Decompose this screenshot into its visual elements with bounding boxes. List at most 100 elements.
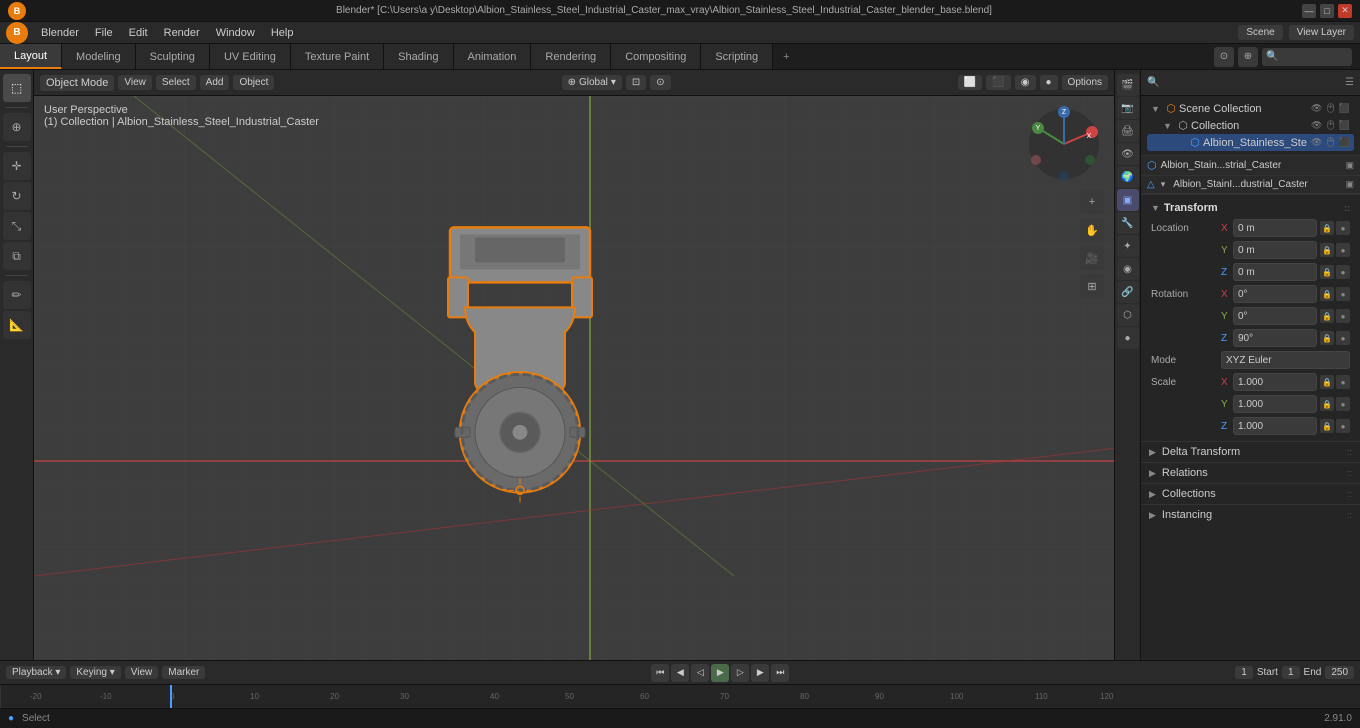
annotate-tool-button[interactable]: ✏ xyxy=(3,281,31,309)
rotation-x-lock[interactable]: 🔒 xyxy=(1320,287,1334,301)
relations-row[interactable]: ▶ Relations :: xyxy=(1141,462,1360,483)
tab-modeling[interactable]: Modeling xyxy=(62,44,136,69)
object-menu[interactable]: Object xyxy=(233,75,274,90)
search-box[interactable]: 🔍 xyxy=(1262,48,1352,66)
rotation-y-anim[interactable]: ● xyxy=(1336,309,1350,323)
transform-space-dropdown[interactable]: ⊕ Global ▾ xyxy=(562,75,622,90)
prev-frame-button[interactable]: ◁ xyxy=(691,664,709,682)
prop-tab-modifier[interactable]: 🔧 xyxy=(1117,212,1139,234)
rotation-z-value[interactable]: 90° xyxy=(1233,329,1317,347)
tab-animation[interactable]: Animation xyxy=(454,44,532,69)
data-more-icon[interactable]: ▣ xyxy=(1345,179,1354,190)
rotation-x-anim[interactable]: ● xyxy=(1336,287,1350,301)
prop-tab-material[interactable]: ● xyxy=(1117,327,1139,349)
viewport-shading-wire[interactable]: ⬜ xyxy=(958,75,982,90)
prop-tab-scene[interactable]: 🎬 xyxy=(1117,74,1139,96)
menu-edit[interactable]: Edit xyxy=(122,25,155,41)
marker-menu[interactable]: Marker xyxy=(162,666,205,679)
location-x-anim[interactable]: ● xyxy=(1336,221,1350,235)
scale-y-anim[interactable]: ● xyxy=(1336,397,1350,411)
object-item[interactable]: ⬡ Albion_Stainless_Ste 👁 🖱 ⬛ xyxy=(1147,134,1354,151)
scale-x-anim[interactable]: ● xyxy=(1336,375,1350,389)
select-tool-button[interactable]: ⬚ xyxy=(3,74,31,102)
prop-tab-object[interactable]: ▣ xyxy=(1117,189,1139,211)
rotate-tool-button[interactable]: ↻ xyxy=(3,182,31,210)
keying-menu[interactable]: Keying ▾ xyxy=(70,666,120,679)
tab-rendering[interactable]: Rendering xyxy=(531,44,611,69)
scale-z-anim[interactable]: ● xyxy=(1336,419,1350,433)
rotation-y-lock[interactable]: 🔒 xyxy=(1320,309,1334,323)
zoom-in-button[interactable]: + xyxy=(1080,190,1104,214)
grid-toggle-button[interactable]: ⊞ xyxy=(1080,274,1104,298)
rotation-x-value[interactable]: 0° xyxy=(1233,285,1317,303)
proportional-edit[interactable]: ⊙ xyxy=(650,75,670,90)
tab-sculpting[interactable]: Sculpting xyxy=(136,44,210,69)
menu-blender[interactable]: Blender xyxy=(34,25,86,41)
collections-row[interactable]: ▶ Collections :: xyxy=(1141,483,1360,504)
prop-tab-particles[interactable]: ✦ xyxy=(1117,235,1139,257)
rotation-z-lock[interactable]: 🔒 xyxy=(1320,331,1334,345)
tab-compositing[interactable]: Compositing xyxy=(611,44,701,69)
maximize-button[interactable]: □ xyxy=(1320,4,1334,18)
location-z-value[interactable]: 0 m xyxy=(1233,263,1317,281)
move-tool-button[interactable]: ✛ xyxy=(3,152,31,180)
playhead[interactable] xyxy=(170,685,172,708)
tab-shading[interactable]: Shading xyxy=(384,44,453,69)
scene-selector[interactable]: Scene xyxy=(1238,25,1282,40)
current-frame[interactable]: 1 xyxy=(1235,666,1253,679)
viewport-shading-material[interactable]: ◉ xyxy=(1015,75,1036,90)
scene-collection-item[interactable]: ▼ ⬡ Scene Collection 👁 🖱 ⬛ xyxy=(1147,100,1354,117)
object-mode-dropdown[interactable]: Object Mode xyxy=(40,75,114,91)
location-y-anim[interactable]: ● xyxy=(1336,243,1350,257)
prop-tab-world[interactable]: 🌍 xyxy=(1117,166,1139,188)
view-menu-tl[interactable]: View xyxy=(125,666,159,679)
next-keyframe-button[interactable]: ▶ xyxy=(751,664,769,682)
tab-scripting[interactable]: Scripting xyxy=(701,44,773,69)
prop-tab-output[interactable]: 🖨 xyxy=(1117,120,1139,142)
scale-z-value[interactable]: 1.000 xyxy=(1233,417,1317,435)
prop-tab-view[interactable]: 👁 xyxy=(1117,143,1139,165)
tab-uv-editing[interactable]: UV Editing xyxy=(210,44,291,69)
viewport-gizmo[interactable]: X Y Z + ✋ 🎥 xyxy=(1024,104,1104,184)
location-z-lock[interactable]: 🔒 xyxy=(1320,265,1334,279)
minimize-button[interactable]: — xyxy=(1302,4,1316,18)
overlay-toggle[interactable]: ⊙ xyxy=(1214,47,1234,67)
data-name-label[interactable]: Albion_StainI...dustrial_Caster xyxy=(1173,179,1341,190)
object-more-icon[interactable]: ▣ xyxy=(1345,160,1354,171)
transform-header[interactable]: ▼ Transform :: xyxy=(1147,199,1354,217)
scale-x-value[interactable]: 1.000 xyxy=(1233,373,1317,391)
view-layer-selector[interactable]: View Layer xyxy=(1289,25,1354,40)
scale-x-lock[interactable]: 🔒 xyxy=(1320,375,1334,389)
location-y-value[interactable]: 0 m xyxy=(1233,241,1317,259)
rotation-z-anim[interactable]: ● xyxy=(1336,331,1350,345)
rotation-y-value[interactable]: 0° xyxy=(1233,307,1317,325)
scale-z-lock[interactable]: 🔒 xyxy=(1320,419,1334,433)
menu-window[interactable]: Window xyxy=(209,25,262,41)
play-button[interactable]: ▶ xyxy=(711,664,729,682)
end-frame-value[interactable]: 250 xyxy=(1325,666,1354,679)
cursor-tool-button[interactable]: ⊕ xyxy=(3,113,31,141)
measure-tool-button[interactable]: 📐 xyxy=(3,311,31,339)
menu-render[interactable]: Render xyxy=(157,25,207,41)
viewport[interactable]: User Perspective (1) Collection | Albion… xyxy=(34,96,1114,660)
viewport-shading-rendered[interactable]: ● xyxy=(1040,75,1058,90)
tab-layout[interactable]: Layout xyxy=(0,44,62,69)
snap-toggle[interactable]: ⊡ xyxy=(626,75,646,90)
transform-tool-button[interactable]: ⧉ xyxy=(3,242,31,270)
menu-file[interactable]: File xyxy=(88,25,120,41)
prop-tab-constraints[interactable]: 🔗 xyxy=(1117,281,1139,303)
add-menu[interactable]: Add xyxy=(200,75,230,90)
location-y-lock[interactable]: 🔒 xyxy=(1320,243,1334,257)
delta-transform-row[interactable]: ▶ Delta Transform :: xyxy=(1141,441,1360,462)
location-x-value[interactable]: 0 m xyxy=(1233,219,1317,237)
jump-start-button[interactable]: ⏮ xyxy=(651,664,669,682)
camera-button[interactable]: 🎥 xyxy=(1080,246,1104,270)
location-x-lock[interactable]: 🔒 xyxy=(1320,221,1334,235)
options-menu[interactable]: Options xyxy=(1062,75,1108,90)
collection-item[interactable]: ▼ ⬡ Collection 👁 🖱 ⬛ xyxy=(1147,117,1354,134)
tab-texture-paint[interactable]: Texture Paint xyxy=(291,44,384,69)
playback-menu[interactable]: Playback ▾ xyxy=(6,666,66,679)
viewport-shading-solid[interactable]: ⬛ xyxy=(986,75,1010,90)
close-button[interactable]: ✕ xyxy=(1338,4,1352,18)
scale-tool-button[interactable]: ⤡ xyxy=(3,212,31,240)
